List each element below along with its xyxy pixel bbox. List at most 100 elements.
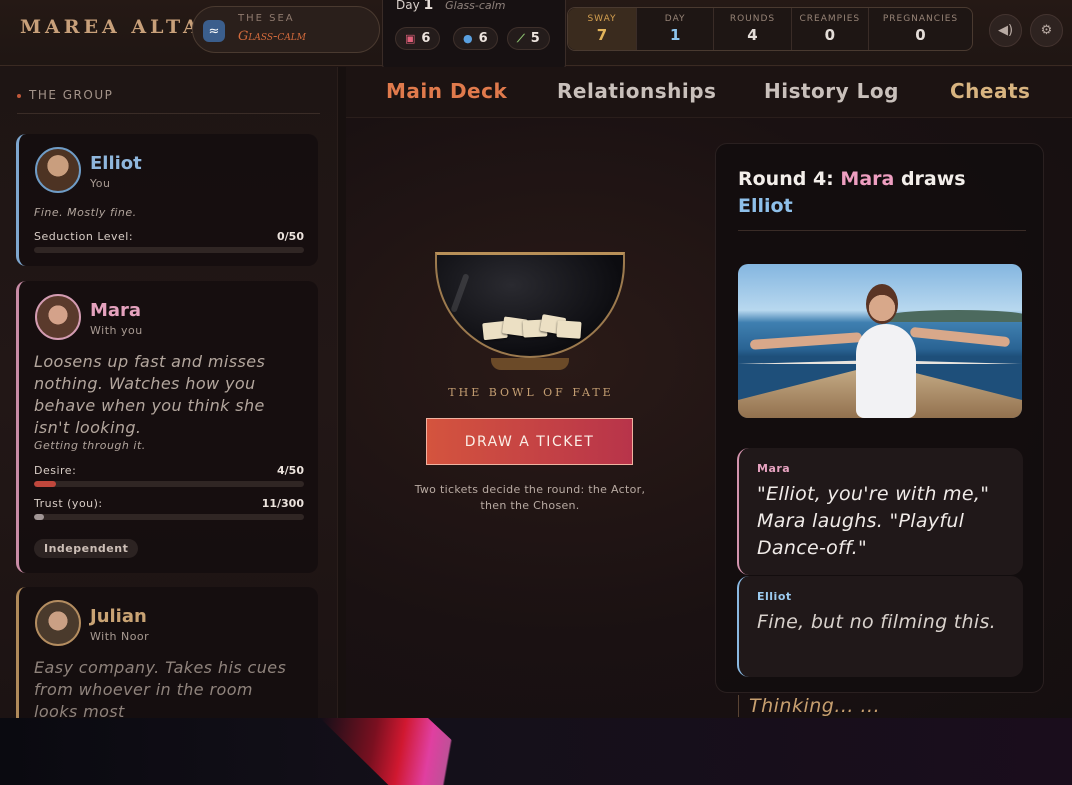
- bowl-base: [491, 358, 569, 370]
- day-line: Day 1 Glass-calm: [396, 0, 505, 13]
- tab-main-deck[interactable]: Main Deck: [386, 79, 507, 103]
- character-card-julian[interactable]: Julian With Noor Easy company. Takes his…: [16, 587, 318, 718]
- bottle-icon: ⟋: [517, 31, 525, 45]
- app-window: MAREA ALTA ≈ THE SEA Glass-calm Day 1 Gl…: [0, 0, 1072, 718]
- round-verb: draws: [900, 168, 966, 190]
- round-chosen: Elliot: [738, 195, 793, 217]
- day-condition: Glass-calm: [445, 0, 506, 12]
- desire-meter: [34, 481, 304, 487]
- character-card-elliot[interactable]: Elliot You Fine. Mostly fine. Seduction …: [16, 134, 318, 266]
- sea-label: THE SEA: [238, 13, 295, 24]
- wave-icon: ≈: [203, 20, 225, 42]
- meter-value: 0/50: [277, 230, 304, 243]
- message-text: Fine, but no filming this.: [757, 611, 997, 633]
- stat-value: 1: [669, 26, 681, 44]
- divider: [738, 230, 1026, 231]
- brand-title: MAREA ALTA: [20, 16, 202, 38]
- seduction-meter: [34, 247, 304, 253]
- divider: [17, 113, 320, 114]
- meter-label: Seduction Level:: [34, 230, 134, 243]
- scene-arm-right: [909, 326, 1011, 348]
- bowl-shine: [450, 273, 470, 313]
- background-strip: [0, 718, 1072, 785]
- desire-value: 4/50: [277, 464, 304, 477]
- bowl-caption: THE BOWL OF FATE: [448, 386, 614, 399]
- stat-value: 0: [915, 26, 926, 44]
- resource-water: ● 6: [453, 27, 498, 50]
- day-label: Day: [396, 0, 420, 12]
- sound-button[interactable]: ◀): [989, 14, 1022, 47]
- round-panel: Round 4: Mara draws Elliot Mara "Elliot,…: [715, 143, 1044, 693]
- group-title-text: THE GROUP: [29, 88, 114, 102]
- stat-label: CREAMPIES: [799, 14, 861, 24]
- stat-label: PREGNANCIES: [882, 14, 959, 24]
- sidebar-scrollbar[interactable]: [338, 67, 346, 718]
- sea-status: ≈ THE SEA Glass-calm: [192, 6, 380, 53]
- dialogue-message-elliot: Elliot Fine, but no filming this.: [737, 576, 1023, 677]
- stat-sway: SWAY 7: [568, 8, 637, 50]
- desire-label: Desire:: [34, 464, 77, 477]
- stat-pregnancies: PREGNANCIES 0: [869, 8, 972, 50]
- resource-value: 6: [478, 31, 488, 46]
- stat-creampies: CREAMPIES 0: [792, 8, 869, 50]
- stat-day: DAY 1: [637, 8, 715, 50]
- bullet-dot: [17, 93, 21, 98]
- main-tabs: Main Deck Relationships History Log Chea…: [346, 67, 1072, 118]
- tab-history-log[interactable]: History Log: [764, 79, 899, 103]
- character-subtitle: With you: [90, 324, 143, 337]
- character-name: Mara: [90, 300, 142, 321]
- trust-label: Trust (you):: [34, 497, 103, 510]
- tab-relationships[interactable]: Relationships: [557, 79, 716, 103]
- stat-label: SWAY: [587, 14, 617, 24]
- character-description: Easy company. Takes his cues from whoeve…: [34, 658, 287, 718]
- bowl-of-fate[interactable]: [435, 250, 625, 370]
- meter-fill: [34, 481, 56, 487]
- day-resources: Day 1 Glass-calm ▣ 6 ● 6 ⟋ 5: [382, 0, 566, 72]
- character-card-mara[interactable]: Mara With you Loosens up fast and misses…: [16, 281, 318, 573]
- scene-arm-left: [749, 332, 863, 350]
- scene-figure: [856, 324, 916, 418]
- resource-value: 6: [421, 31, 431, 46]
- day-number: 1: [423, 0, 434, 13]
- settings-button[interactable]: ⚙: [1030, 14, 1063, 47]
- dialogue-message-mara: Mara "Elliot, you're with me," Mara laug…: [737, 448, 1023, 575]
- speaker-name: Mara: [757, 462, 791, 475]
- character-description: Loosens up fast and misses nothing. Watc…: [34, 352, 266, 437]
- character-subtitle: You: [90, 177, 111, 190]
- stat-rounds: ROUNDS 4: [714, 8, 792, 50]
- stat-label: DAY: [664, 14, 686, 24]
- stat-label: ROUNDS: [729, 14, 776, 24]
- tab-cheats[interactable]: Cheats: [950, 79, 1030, 103]
- trust-meter: [34, 514, 304, 520]
- speaker-icon: ◀): [997, 23, 1014, 38]
- group-sidebar: THE GROUP Elliot You Fine. Mostly fine. …: [0, 67, 338, 718]
- sea-value: Glass-calm: [238, 29, 307, 44]
- stat-value: 0: [824, 26, 836, 44]
- thinking-indicator: Thinking... ...: [738, 695, 880, 717]
- character-mood: Getting through it.: [34, 439, 146, 452]
- ticket-icon: [556, 320, 582, 339]
- round-prefix: Round 4:: [738, 168, 834, 190]
- round-title: Round 4: Mara draws Elliot: [738, 166, 1028, 220]
- gear-icon: ⚙: [1040, 23, 1053, 38]
- decorative-streak: [320, 718, 500, 785]
- speaker-name: Elliot: [757, 590, 792, 603]
- bowl-icon: [435, 252, 625, 358]
- avatar: [35, 294, 81, 340]
- trust-value: 11/300: [261, 497, 304, 510]
- scene-image: [738, 264, 1022, 418]
- resource-value: 5: [530, 31, 540, 46]
- stat-value: 4: [747, 26, 758, 44]
- scene-hills: [888, 310, 1022, 322]
- drink-icon: ▣: [405, 32, 416, 45]
- top-bar: MAREA ALTA ≈ THE SEA Glass-calm Day 1 Gl…: [0, 0, 1072, 72]
- character-subtitle: With Noor: [90, 630, 150, 643]
- group-title: THE GROUP: [17, 88, 113, 102]
- stats-bar: SWAY 7 DAY 1 ROUNDS 4 CREAMPIES 0 PREGNA…: [567, 7, 973, 51]
- droplet-icon: ●: [463, 32, 473, 45]
- draw-ticket-button[interactable]: DRAW A TICKET: [426, 418, 633, 465]
- meter-fill: [34, 514, 44, 520]
- message-text: "Elliot, you're with me," Mara laughs. "…: [757, 483, 990, 559]
- stat-value: 7: [596, 26, 608, 44]
- round-actor: Mara: [840, 168, 895, 190]
